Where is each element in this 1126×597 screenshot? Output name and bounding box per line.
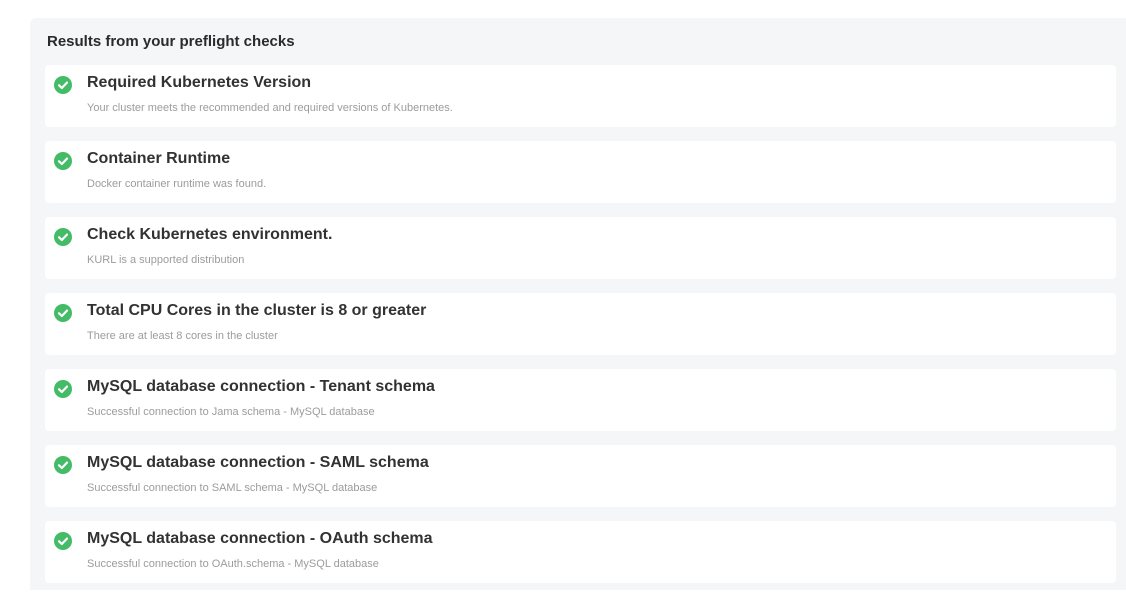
check-item-cpu-cores: Total CPU Cores in the cluster is 8 or g…: [45, 293, 1116, 355]
check-item-kubernetes-environment: Check Kubernetes environment. KURL is a …: [45, 217, 1116, 279]
check-item-mysql-saml-schema: MySQL database connection - SAML schema …: [45, 445, 1116, 507]
check-circle-icon: [54, 152, 72, 170]
check-title: Total CPU Cores in the cluster is 8 or g…: [87, 302, 427, 319]
check-message: KURL is a supported distribution: [87, 254, 245, 266]
preflight-check-list: Required Kubernetes Version Your cluster…: [45, 65, 1116, 597]
check-circle-icon: [54, 228, 72, 246]
check-title: Check Kubernetes environment.: [87, 226, 333, 243]
check-item-kubernetes-version: Required Kubernetes Version Your cluster…: [45, 65, 1116, 127]
check-circle-icon: [54, 304, 72, 322]
check-circle-icon: [54, 76, 72, 94]
check-message: Successful connection to OAuth.schema - …: [87, 558, 379, 570]
check-item-mysql-oauth-schema: MySQL database connection - OAuth schema…: [45, 521, 1116, 583]
check-circle-icon: [54, 456, 72, 474]
results-title: Results from your preflight checks: [47, 33, 295, 50]
preflight-results-panel: Results from your preflight checks Requi…: [30, 18, 1126, 590]
check-message: There are at least 8 cores in the cluste…: [87, 330, 278, 342]
check-title: Required Kubernetes Version: [87, 74, 312, 91]
check-message: Successful connection to Jama schema - M…: [87, 406, 375, 418]
check-title: MySQL database connection - SAML schema: [87, 454, 429, 471]
check-title: MySQL database connection - Tenant schem…: [87, 378, 435, 395]
check-title: MySQL database connection - OAuth schema: [87, 530, 433, 547]
check-item-mysql-tenant-schema: MySQL database connection - Tenant schem…: [45, 369, 1116, 431]
check-message: Your cluster meets the recommended and r…: [87, 102, 453, 114]
check-message: Successful connection to SAML schema - M…: [87, 482, 378, 494]
check-item-container-runtime: Container Runtime Docker container runti…: [45, 141, 1116, 203]
check-circle-icon: [54, 532, 72, 550]
check-title: Container Runtime: [87, 150, 231, 167]
check-circle-icon: [54, 380, 72, 398]
check-message: Docker container runtime was found.: [87, 178, 267, 190]
